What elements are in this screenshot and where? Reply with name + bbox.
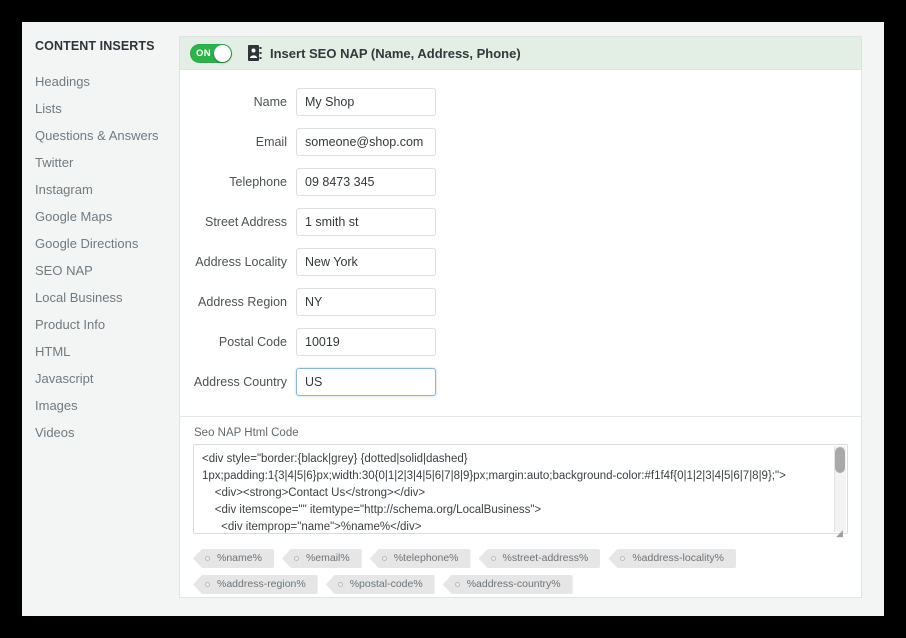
chip-address-locality[interactable]: %address-locality% — [608, 549, 736, 568]
form-row: Address Locality — [180, 242, 861, 282]
sidebar-list: Headings Lists Questions & Answers Twitter I… — [35, 68, 177, 446]
chip-hole-icon — [620, 556, 626, 561]
form-row: Street Address — [180, 202, 861, 242]
form-label: Address Country — [193, 375, 287, 389]
chip-hole-icon — [490, 556, 496, 561]
chip-label: %email% — [305, 552, 350, 564]
sidebar-item-product-info[interactable]: Product Info — [35, 311, 177, 338]
toggle-label: ON — [196, 47, 211, 59]
html-code-textarea[interactable] — [193, 444, 848, 534]
form-label: Email — [255, 135, 287, 149]
sidebar-item-headings[interactable]: Headings — [35, 68, 177, 95]
input-address-country[interactable] — [296, 368, 436, 396]
sidebar: CONTENT INSERTS Headings Lists Questions &… — [22, 22, 177, 616]
form-row: Telephone — [180, 162, 861, 202]
sidebar-item-lists[interactable]: Lists — [35, 95, 177, 122]
form-label: Address Region — [198, 295, 287, 309]
form-row: Address Region — [180, 282, 861, 322]
form-label: Telephone — [229, 175, 287, 189]
input-name[interactable] — [296, 88, 436, 116]
input-street-address[interactable] — [296, 208, 436, 236]
chip-label: %name% — [217, 552, 262, 564]
chip-label: %address-country% — [466, 578, 561, 590]
code-scrollbar[interactable] — [834, 446, 846, 532]
main-content: ON Insert SEO NAP (Name, Address, Phone)… — [177, 22, 884, 616]
chip-postal-code[interactable]: %postal-code% — [325, 575, 435, 594]
input-postal-code[interactable] — [296, 328, 436, 356]
chip-telephone[interactable]: %telephone% — [369, 549, 471, 568]
chip-address-country[interactable]: %address-country% — [442, 575, 573, 594]
sidebar-item-seo-nap[interactable]: SEO NAP — [35, 257, 177, 284]
sidebar-item-twitter[interactable]: Twitter — [35, 149, 177, 176]
chip-name[interactable]: %name% — [193, 549, 274, 568]
app-window: CONTENT INSERTS Headings Lists Questions &… — [22, 22, 884, 616]
chip-address-region[interactable]: %address-region% — [193, 575, 318, 594]
nap-form: Name Email Telephone Street Address Address … — [180, 70, 861, 417]
sidebar-item-images[interactable]: Images — [35, 392, 177, 419]
sidebar-item-questions-answers[interactable]: Questions & Answers — [35, 122, 177, 149]
chip-label: %street-address% — [502, 552, 589, 564]
input-email[interactable] — [296, 128, 436, 156]
form-row: Postal Code — [180, 322, 861, 362]
chip-hole-icon — [205, 556, 210, 561]
form-row: Address Country — [180, 362, 861, 402]
input-address-locality[interactable] — [296, 248, 436, 276]
sidebar-item-google-directions[interactable]: Google Directions — [35, 230, 177, 257]
chip-label: %address-region% — [217, 578, 306, 590]
sidebar-item-javascript[interactable]: Javascript — [35, 365, 177, 392]
seo-nap-card: ON Insert SEO NAP (Name, Address, Phone)… — [179, 36, 862, 598]
chip-street-address[interactable]: %street-address% — [478, 549, 601, 568]
form-label: Name — [253, 95, 287, 109]
form-row: Name — [180, 82, 861, 122]
chip-hole-icon — [337, 582, 343, 587]
sidebar-item-videos[interactable]: Videos — [35, 419, 177, 446]
code-section: Seo NAP Html Code ◢ %name% %email% %teleph… — [180, 417, 861, 597]
chip-hole-icon — [205, 582, 210, 587]
chip-hole-icon — [293, 556, 299, 561]
sidebar-item-html[interactable]: HTML — [35, 338, 177, 365]
placeholder-chip-list: %name% %email% %telephone% %street-address%… — [180, 539, 861, 594]
chip-label: %address-locality% — [632, 552, 724, 564]
input-address-region[interactable] — [296, 288, 436, 316]
form-row: Email — [180, 122, 861, 162]
enable-toggle[interactable]: ON — [190, 43, 232, 63]
code-scrollbar-thumb[interactable] — [835, 447, 845, 473]
sidebar-title: CONTENT INSERTS — [35, 39, 155, 53]
form-label: Postal Code — [218, 335, 287, 349]
card-header: ON Insert SEO NAP (Name, Address, Phone) — [180, 37, 861, 70]
code-area-wrap: ◢ — [193, 444, 848, 539]
chip-label: %telephone% — [393, 552, 459, 564]
card-title: Insert SEO NAP (Name, Address, Phone) — [270, 45, 521, 61]
code-label: Seo NAP Html Code — [194, 427, 299, 439]
sidebar-item-local-business[interactable]: Local Business — [35, 284, 177, 311]
chip-hole-icon — [381, 556, 387, 561]
chip-label: %postal-code% — [349, 578, 423, 590]
chip-hole-icon — [454, 582, 460, 587]
toggle-knob[interactable] — [214, 44, 231, 62]
chip-email[interactable]: %email% — [281, 549, 362, 568]
form-label: Street Address — [205, 215, 287, 229]
input-telephone[interactable] — [296, 168, 436, 196]
textarea-resize-handle[interactable]: ◢ — [836, 528, 846, 538]
sidebar-item-instagram[interactable]: Instagram — [35, 176, 177, 203]
form-label: Address Locality — [195, 255, 287, 269]
contact-card-icon — [248, 45, 262, 61]
sidebar-item-google-maps[interactable]: Google Maps — [35, 203, 177, 230]
